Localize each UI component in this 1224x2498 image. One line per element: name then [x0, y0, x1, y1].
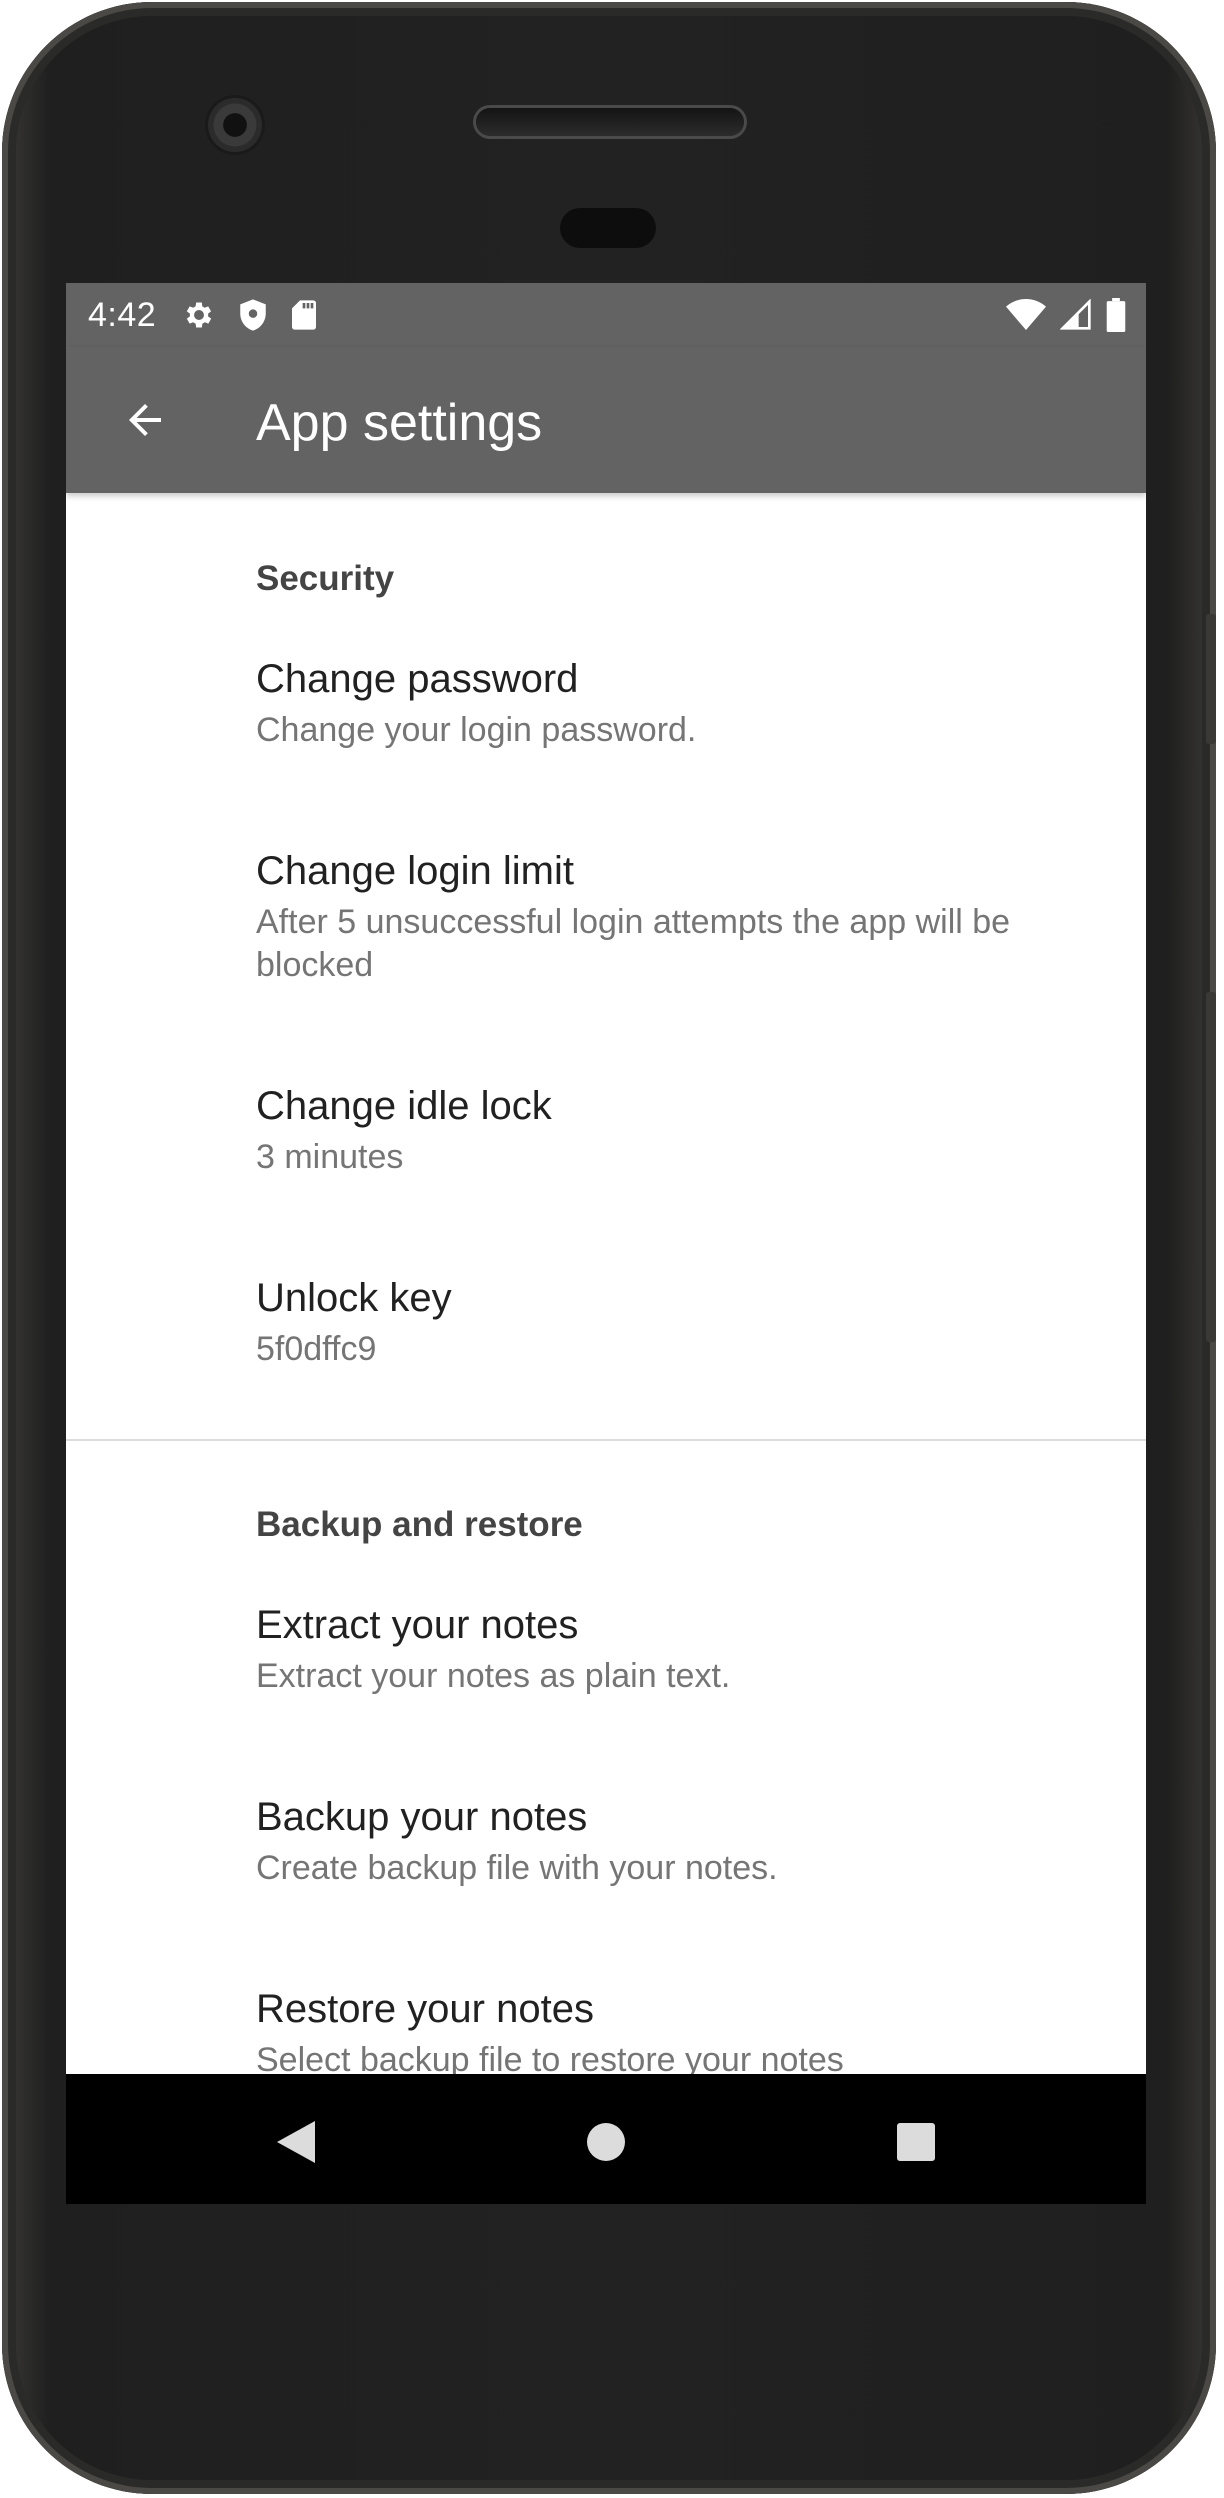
- page-title: App settings: [256, 394, 543, 452]
- status-icons-left: [182, 298, 318, 332]
- pref-backup-notes[interactable]: Backup your notes Create backup file wit…: [256, 1791, 1126, 1890]
- pref-title: Change idle lock: [256, 1084, 552, 1128]
- front-camera: [208, 98, 262, 152]
- power-button: [1206, 614, 1216, 744]
- pref-title: Change login limit: [256, 849, 574, 893]
- recents-square-icon: [897, 2123, 935, 2161]
- pref-summary: 5f0dffc9: [256, 1330, 377, 1368]
- status-time: 4:42: [88, 295, 157, 334]
- section-header-backup: Backup and restore: [256, 1505, 583, 1544]
- pref-summary: Create backup file with your notes.: [256, 1849, 778, 1887]
- pref-summary: Select backup file to restore your notes: [256, 2041, 844, 2074]
- pref-summary: Extract your notes as plain text.: [256, 1657, 731, 1695]
- nav-home-button[interactable]: [576, 2112, 636, 2172]
- app-bar: App settings: [66, 347, 1146, 493]
- pref-title: Extract your notes: [256, 1603, 579, 1647]
- back-triangle-icon: [277, 2121, 315, 2163]
- navigation-bar: [66, 2074, 1146, 2204]
- nav-recents-button[interactable]: [886, 2112, 946, 2172]
- pref-summary: Change your login password.: [256, 711, 697, 749]
- pref-title: Restore your notes: [256, 1987, 594, 2031]
- home-circle-icon: [587, 2123, 625, 2161]
- earpiece-speaker: [476, 108, 744, 136]
- volume-button: [1206, 992, 1216, 1342]
- settings-icon: [182, 298, 216, 332]
- shield-icon: [238, 298, 268, 332]
- sd-card-icon: [290, 299, 318, 331]
- pref-restore-notes[interactable]: Restore your notes Select backup file to…: [256, 1983, 1126, 2074]
- pref-extract-notes[interactable]: Extract your notes Extract your notes as…: [256, 1599, 1126, 1698]
- nav-back-button[interactable]: [266, 2112, 326, 2172]
- back-button[interactable]: [116, 391, 174, 449]
- section-header-security: Security: [256, 559, 395, 598]
- proximity-sensor: [560, 208, 656, 248]
- pref-summary: After 5 unsuccessful login attempts the …: [256, 903, 1011, 984]
- pref-change-login-limit[interactable]: Change login limit After 5 unsuccessful …: [256, 845, 1126, 987]
- pref-title: Unlock key: [256, 1276, 452, 1320]
- status-bar: 4:42: [66, 283, 1146, 347]
- pref-title: Change password: [256, 657, 579, 701]
- pref-unlock-key[interactable]: Unlock key 5f0dffc9: [256, 1272, 1126, 1371]
- screen: 4:42 App settings Security Change passwo…: [66, 283, 1146, 2204]
- pref-change-idle-lock[interactable]: Change idle lock 3 minutes: [256, 1080, 1126, 1179]
- settings-list[interactable]: Security Change password Change your log…: [66, 493, 1146, 2074]
- pref-change-password[interactable]: Change password Change your login passwo…: [256, 653, 1126, 752]
- wifi-icon: [1006, 299, 1046, 331]
- status-icons-right: [1006, 298, 1126, 332]
- section-divider: [66, 1439, 1146, 1441]
- signal-icon: [1060, 299, 1092, 331]
- arrow-back-icon: [129, 404, 161, 436]
- pref-summary: 3 minutes: [256, 1138, 404, 1176]
- battery-icon: [1106, 298, 1126, 332]
- pref-title: Backup your notes: [256, 1795, 588, 1839]
